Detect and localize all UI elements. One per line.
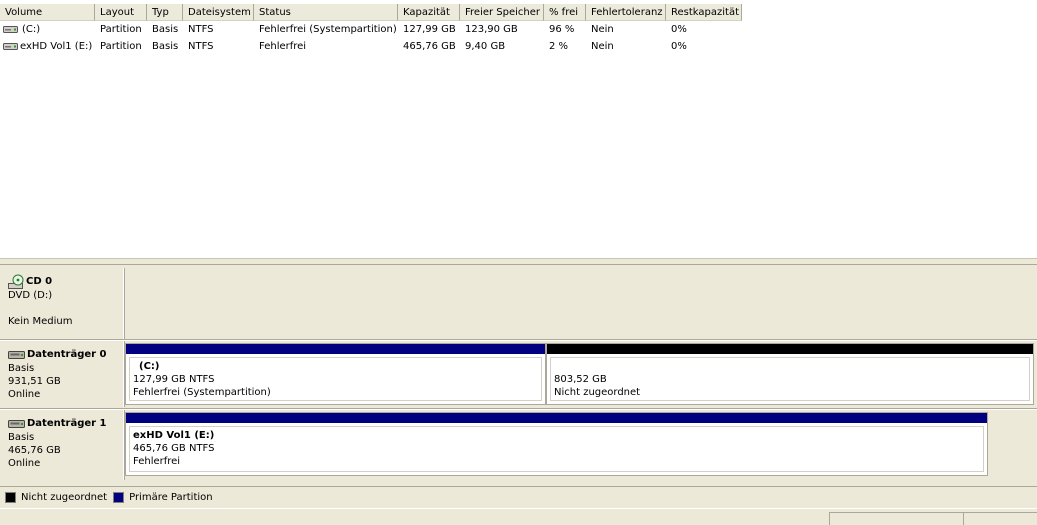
primary-partition-bar [126, 413, 987, 423]
disk-medium-cd0: Kein Medium [8, 316, 73, 327]
partition-status: Nicht zugeordnet [554, 387, 641, 398]
cell-volume: (C:) [22, 24, 41, 35]
disk-title-disk0: Datenträger 0 [27, 349, 107, 360]
disk-state-disk1: Online [8, 458, 41, 469]
unallocated-swatch [5, 492, 16, 503]
column-header-freier-speicher[interactable]: Freier Speicher [460, 4, 544, 21]
legend: Nicht zugeordnet Primäre Partition [0, 486, 1037, 508]
volume-list: Volume Layout Typ Dateisystem Status Kap… [0, 0, 1037, 258]
disk-size-disk0: 931,51 GB [8, 376, 61, 387]
hard-disk-icon [8, 420, 25, 428]
disk-type-disk0: Basis [8, 363, 35, 374]
cell-kapazitaet: 127,99 GB [403, 24, 456, 35]
cell-restkapazitaet: 0% [671, 41, 687, 52]
cell-typ: Basis [152, 41, 179, 52]
status-pane [829, 512, 963, 525]
disk-info-disk1[interactable]: Datenträger 1 Basis 465,76 GB Online [3, 410, 124, 480]
hard-disk-icon [8, 351, 25, 359]
disk-type-disk1: Basis [8, 432, 35, 443]
cell-kapazitaet: 465,76 GB [403, 41, 456, 52]
partition-e[interactable]: exHD Vol1 (E:) 465,76 GB NTFS Fehlerfrei [125, 412, 988, 476]
partition-name [554, 360, 1029, 373]
cell-prozent-frei: 2 % [549, 41, 569, 52]
legend-primary-label: Primäre Partition [129, 492, 213, 503]
column-header-restkapazitaet[interactable]: Restkapazität [666, 4, 742, 21]
disk-row-disk1[interactable]: Datenträger 1 Basis 465,76 GB Online exH… [3, 410, 1037, 480]
cell-typ: Basis [152, 24, 179, 35]
partition-unallocated[interactable]: 803,52 GB Nicht zugeordnet [546, 343, 1034, 405]
list-header: Volume Layout Typ Dateisystem Status Kap… [0, 4, 1037, 21]
partition-name: exHD Vol1 (E:) [133, 430, 215, 441]
disk-row-disk0[interactable]: Datenträger 0 Basis 931,51 GB Online (C:… [3, 341, 1037, 407]
disk-info-disk0[interactable]: Datenträger 0 Basis 931,51 GB Online [3, 341, 124, 407]
cell-prozent-frei: 96 % [549, 24, 575, 35]
column-header-fehlertoleranz[interactable]: Fehlertoleranz [586, 4, 666, 21]
partition-status: Fehlerfrei [133, 456, 181, 467]
cell-freier-speicher: 123,90 GB [465, 24, 518, 35]
cell-layout: Partition [100, 24, 142, 35]
column-header-volume[interactable]: Volume [0, 4, 95, 21]
cell-status: Fehlerfrei (Systempartition) [259, 24, 397, 35]
column-header-prozent-frei[interactable]: % frei [544, 4, 586, 21]
disk-size-disk1: 465,76 GB [8, 445, 61, 456]
disk-row-cd0[interactable]: CD 0 DVD (D:) Kein Medium [3, 268, 1037, 339]
column-header-status[interactable]: Status [254, 4, 398, 21]
disk-type-cd0: DVD (D:) [8, 290, 53, 301]
partition-size: 127,99 GB NTFS [133, 374, 215, 385]
primary-partition-swatch [113, 492, 125, 503]
drive-icon [3, 26, 18, 33]
partition-status: Fehlerfrei (Systempartition) [133, 387, 271, 398]
list-row[interactable]: (C:) Partition Basis NTFS Fehlerfrei (Sy… [0, 21, 1037, 38]
column-header-layout[interactable]: Layout [95, 4, 147, 21]
cell-restkapazitaet: 0% [671, 24, 687, 35]
pane-splitter[interactable] [0, 258, 1037, 265]
disk-info-cd0[interactable]: CD 0 DVD (D:) Kein Medium [3, 268, 124, 339]
cd-drive-icon [8, 274, 24, 289]
cell-dateisystem: NTFS [188, 41, 214, 52]
status-pane [963, 512, 1037, 525]
list-row[interactable]: exHD Vol1 (E:) Partition Basis NTFS Fehl… [0, 38, 1037, 55]
column-header-typ[interactable]: Typ [147, 4, 183, 21]
partition-c[interactable]: (C:) 127,99 GB NTFS Fehlerfrei (Systempa… [125, 343, 546, 405]
legend-unallocated-label: Nicht zugeordnet [21, 492, 108, 503]
cell-dateisystem: NTFS [188, 24, 214, 35]
column-header-dateisystem[interactable]: Dateisystem [183, 4, 254, 21]
disk-state-disk0: Online [8, 389, 41, 400]
cell-fehlertoleranz: Nein [591, 41, 614, 52]
cell-freier-speicher: 9,40 GB [465, 41, 506, 52]
cell-layout: Partition [100, 41, 142, 52]
partition-size: 803,52 GB [554, 374, 607, 385]
column-header-kapazitaet[interactable]: Kapazität [398, 4, 460, 21]
primary-partition-bar [126, 344, 545, 354]
partition-name: (C:) [139, 361, 160, 372]
cell-fehlertoleranz: Nein [591, 24, 614, 35]
cell-status: Fehlerfrei [259, 41, 307, 52]
disk-title-cd0: CD 0 [26, 276, 53, 287]
disk-graphical-view: CD 0 DVD (D:) Kein Medium Datenträger 0 … [0, 265, 1037, 486]
disk-title-disk1: Datenträger 1 [27, 418, 107, 429]
status-bar [0, 508, 1037, 525]
cell-volume: exHD Vol1 (E:) [20, 41, 93, 52]
partition-size: 465,76 GB NTFS [133, 443, 215, 454]
unallocated-bar [547, 344, 1033, 354]
